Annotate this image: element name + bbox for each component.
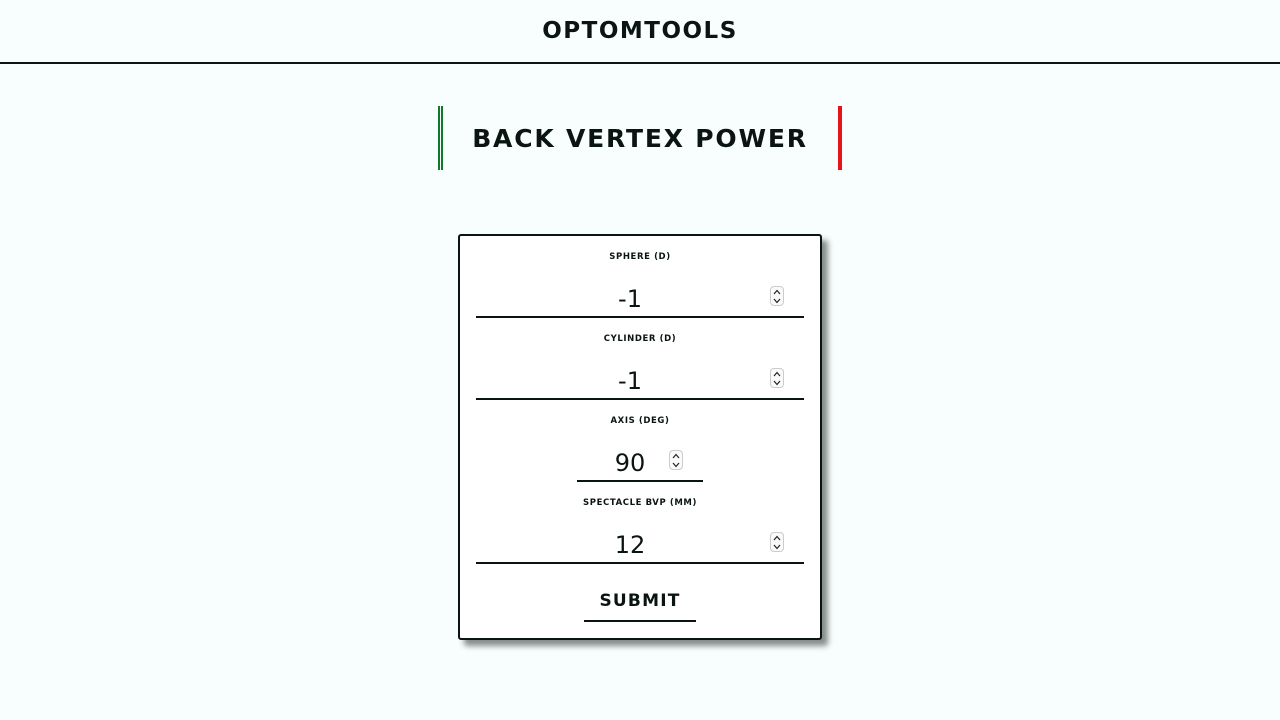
- axis-increment-icon[interactable]: [670, 451, 682, 460]
- spectacle-bvp-value: 12: [614, 531, 646, 559]
- bvp-form: SPHERE (D) -1 CYLINDER (D) -1 AXIS (DEG)…: [458, 234, 822, 640]
- spectacle-bvp-label: SPECTACLE BVP (MM): [583, 498, 697, 508]
- spectacle-bvp-input[interactable]: 12: [476, 528, 804, 564]
- axis-value: 90: [614, 449, 646, 477]
- axis-spinner[interactable]: [669, 450, 683, 470]
- title-right-accent-bar: [838, 106, 842, 170]
- axis-decrement-icon[interactable]: [670, 460, 682, 469]
- cylinder-value: -1: [618, 367, 642, 395]
- axis-label: AXIS (DEG): [610, 416, 670, 426]
- axis-input[interactable]: 90: [577, 446, 703, 482]
- spectacle-bvp-increment-icon[interactable]: [771, 533, 783, 542]
- sphere-input[interactable]: -1: [476, 282, 804, 318]
- site-header: OPTOMTOOLS: [0, 0, 1280, 64]
- spectacle-bvp-decrement-icon[interactable]: [771, 542, 783, 551]
- spectacle-bvp-spinner[interactable]: [770, 532, 784, 552]
- title-left-accent-bar: [438, 106, 443, 170]
- brand-logo-text[interactable]: OPTOMTOOLS: [542, 18, 738, 44]
- page-title-block: BACK VERTEX POWER: [438, 106, 842, 170]
- cylinder-input[interactable]: -1: [476, 364, 804, 400]
- cylinder-increment-icon[interactable]: [771, 369, 783, 378]
- sphere-decrement-icon[interactable]: [771, 296, 783, 305]
- page-title: BACK VERTEX POWER: [472, 123, 808, 153]
- sphere-increment-icon[interactable]: [771, 287, 783, 296]
- submit-button[interactable]: SUBMIT: [584, 586, 696, 622]
- sphere-value: -1: [618, 285, 642, 313]
- sphere-spinner[interactable]: [770, 286, 784, 306]
- cylinder-label: CYLINDER (D): [603, 334, 677, 344]
- cylinder-decrement-icon[interactable]: [771, 378, 783, 387]
- sphere-label: SPHERE (D): [609, 252, 671, 262]
- cylinder-spinner[interactable]: [770, 368, 784, 388]
